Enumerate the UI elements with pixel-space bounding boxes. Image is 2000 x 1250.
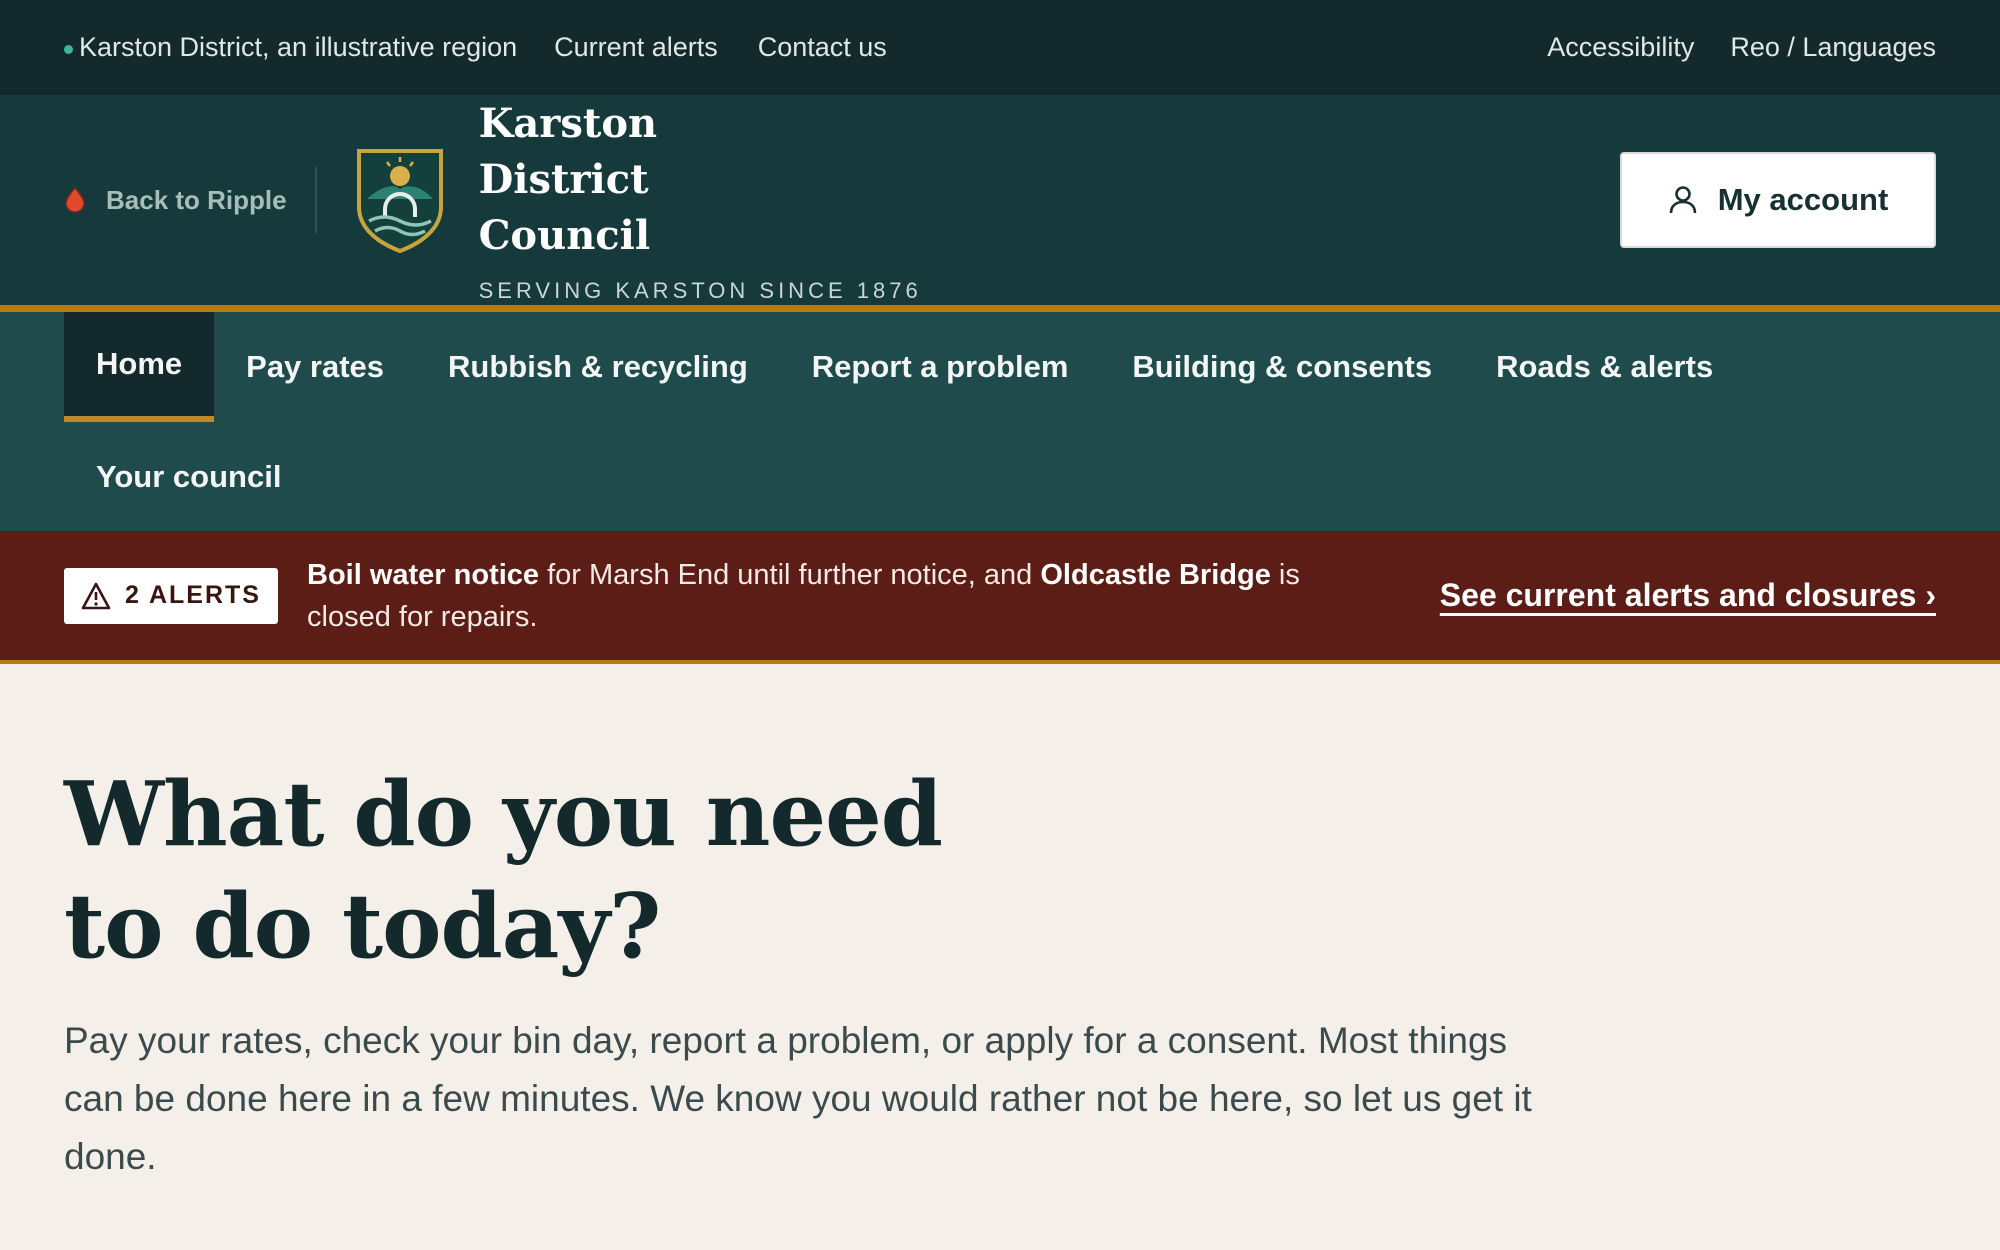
- council-crest-logo: [356, 149, 443, 253]
- nav-item-pay-rates[interactable]: Pay rates: [214, 312, 416, 422]
- alert-message: Boil water notice for Marsh End until fu…: [307, 554, 1357, 638]
- alert-bold-bridge: Oldcastle Bridge: [1040, 558, 1271, 591]
- warning-icon: [81, 582, 111, 609]
- utility-right: Accessibility Reo / Languages: [1511, 32, 1936, 63]
- main-navigation: Home Pay rates Rubbish & recycling Repor…: [0, 312, 2000, 531]
- nav-item-roads-alerts[interactable]: Roads & alerts: [1464, 312, 1745, 422]
- nav-item-your-council[interactable]: Your council: [64, 422, 313, 532]
- see-current-alerts-link[interactable]: See current alerts and closures ›: [1440, 577, 1936, 614]
- user-icon: [1669, 186, 1697, 214]
- page-title: What do you need to do today?: [64, 761, 943, 978]
- droplet-icon: [65, 187, 85, 213]
- nav-row-2: Your council: [64, 422, 1936, 532]
- current-alerts-link[interactable]: Current alerts: [554, 32, 718, 63]
- my-account-button[interactable]: My account: [1620, 152, 1936, 248]
- alert-text-part1: for Marsh End until further notice, and: [539, 558, 1041, 591]
- header-divider: [314, 167, 317, 233]
- council-name[interactable]: Karston District Council: [479, 96, 809, 264]
- alerts-count-label: 2 ALERTS: [125, 581, 261, 609]
- utility-bar: Karston District, an illustrative region…: [0, 0, 2000, 95]
- alerts-count-badge[interactable]: 2 ALERTS: [64, 567, 278, 624]
- site-header: Back to Ripple Karston District Council …: [0, 95, 2000, 312]
- alert-banner: 2 ALERTS Boil water notice for Marsh End…: [0, 531, 2000, 664]
- nav-item-home[interactable]: Home: [64, 312, 215, 422]
- back-to-ripple-link[interactable]: Back to Ripple: [64, 185, 287, 216]
- alert-bold-boil-water: Boil water notice: [307, 558, 540, 591]
- region-label: Karston District, an illustrative region: [64, 32, 517, 63]
- hero-lede: Pay your rates, check your bin day, repo…: [64, 1020, 1532, 1177]
- my-account-label: My account: [1717, 182, 1889, 217]
- nav-item-rubbish-recycling[interactable]: Rubbish & recycling: [416, 312, 780, 422]
- hero-section: What do you need to do today? Pay your r…: [0, 758, 2000, 1186]
- nav-item-building-consents[interactable]: Building & consents: [1100, 312, 1464, 422]
- header-left: Back to Ripple Karston District Council …: [64, 96, 922, 304]
- contact-us-link[interactable]: Contact us: [758, 32, 887, 63]
- nav-row: Home Pay rates Rubbish & recycling Repor…: [64, 312, 1936, 422]
- nav-item-report-problem[interactable]: Report a problem: [780, 312, 1101, 422]
- languages-link[interactable]: Reo / Languages: [1730, 32, 1936, 63]
- council-tagline: SERVING KARSTON SINCE 1876: [478, 278, 922, 303]
- region-dot-icon: [64, 45, 73, 54]
- council-title-block: Karston District Council SERVING KARSTON…: [479, 96, 922, 304]
- accessibility-link[interactable]: Accessibility: [1547, 32, 1694, 63]
- region-text: Karston District, an illustrative region: [79, 32, 518, 62]
- back-to-ripple-label: Back to Ripple: [106, 184, 287, 215]
- utility-left: Karston District, an illustrative region…: [64, 32, 927, 63]
